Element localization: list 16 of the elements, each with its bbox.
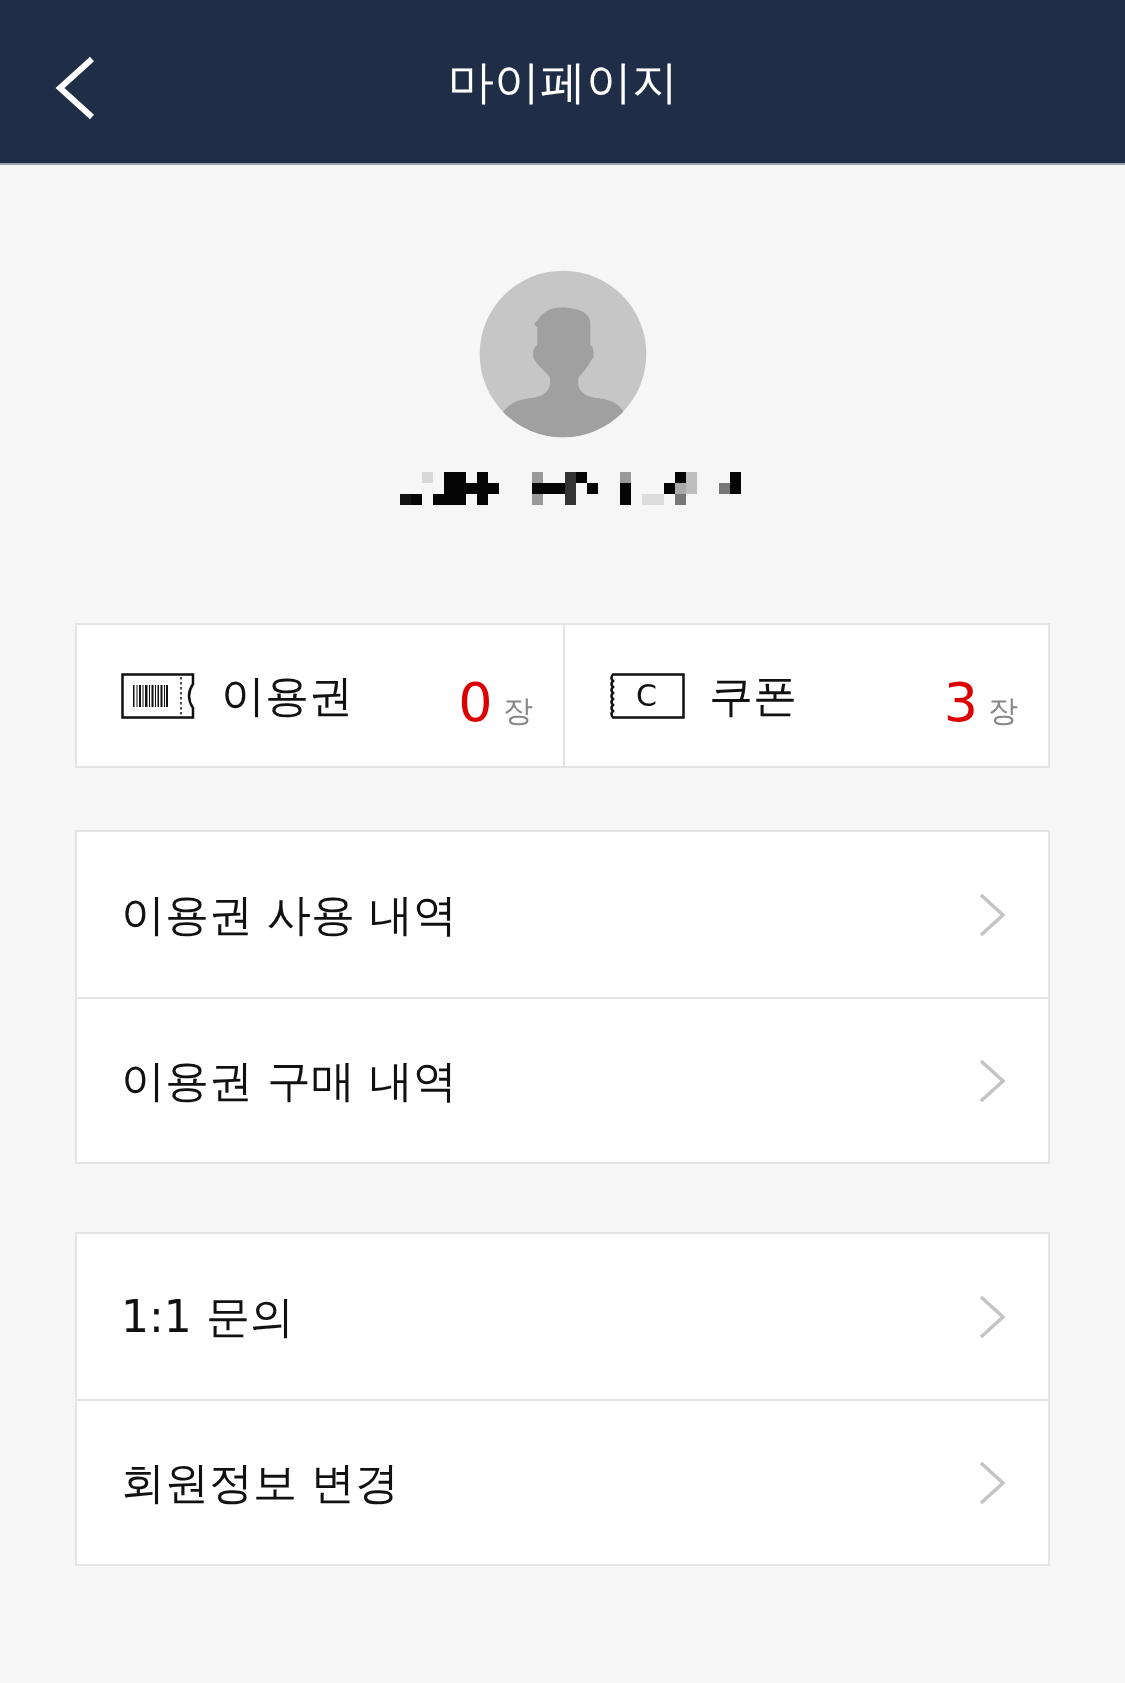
tile-label: 쿠폰 — [708, 673, 797, 718]
chevron-right-icon — [978, 1057, 1006, 1104]
coupon-icon: C — [608, 672, 685, 719]
count-unit: 장 — [502, 695, 533, 726]
page-title: 마이페이지 — [447, 58, 678, 105]
chevron-right-icon — [978, 891, 1006, 938]
barcode-ticket-icon — [121, 672, 197, 719]
avatar-icon — [478, 270, 647, 438]
chevron-right-icon — [978, 1459, 1006, 1506]
chevron-right-icon — [978, 1293, 1006, 1340]
count-value: 0 — [458, 675, 493, 730]
count-unit: 장 — [988, 695, 1018, 726]
count-value: 3 — [943, 675, 978, 730]
chevron-left-icon — [54, 56, 96, 120]
back-button[interactable] — [54, 56, 96, 120]
tile-label: 이용권 — [221, 673, 353, 718]
